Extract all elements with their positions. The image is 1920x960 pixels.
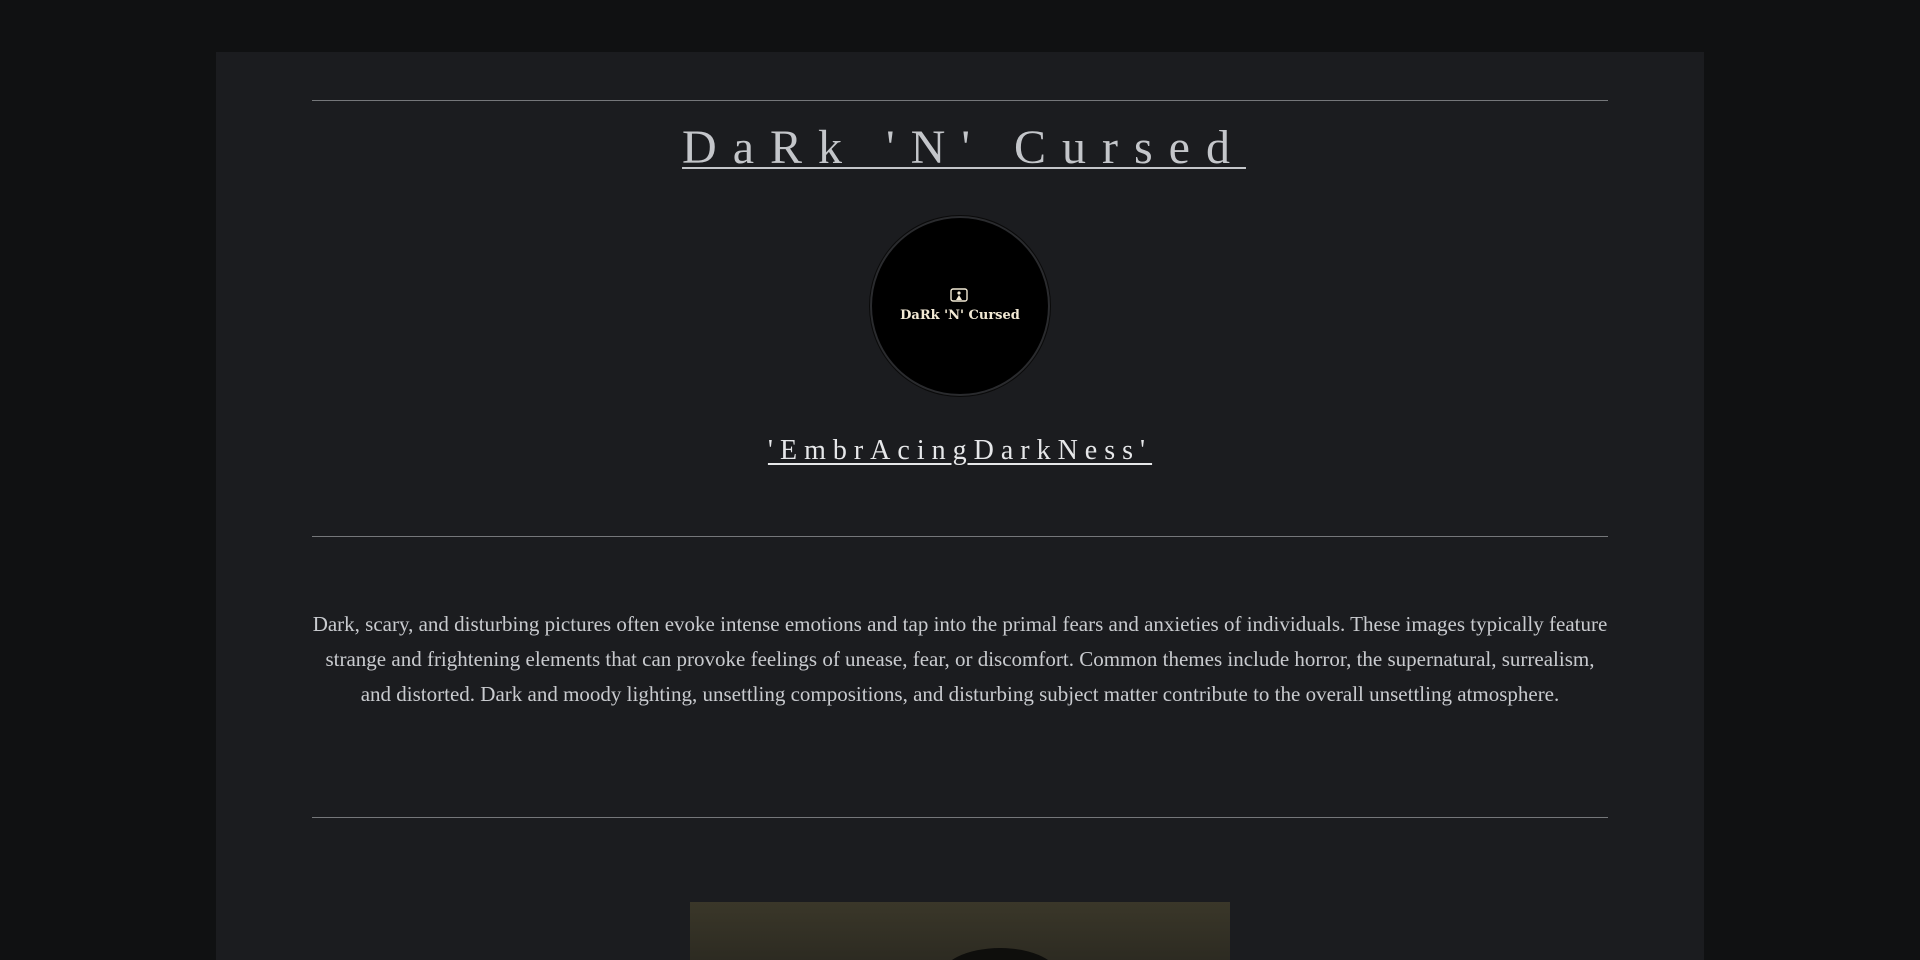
tagline: 'EmbrAcingDarkNess' [216, 434, 1704, 468]
featured-image[interactable] [690, 902, 1230, 960]
site-logo[interactable]: DaRk 'N' Cursed [870, 216, 1050, 396]
header-divider-top [312, 100, 1608, 101]
framed-figure-icon [950, 288, 968, 302]
page-container: DaRk 'N' Cursed DaRk 'N' Cursed 'EmbrAci… [216, 52, 1704, 960]
tagline-link[interactable]: 'EmbrAcingDarkNess' [768, 435, 1152, 466]
site-title: DaRk 'N' Cursed [216, 121, 1704, 175]
header-divider-bottom [312, 536, 1608, 537]
intro-paragraph: Dark, scary, and disturbing pictures oft… [312, 612, 1608, 706]
site-title-link[interactable]: DaRk 'N' Cursed [674, 121, 1246, 174]
content-divider [312, 817, 1608, 818]
logo-text: DaRk 'N' Cursed [900, 308, 1020, 323]
image-dark-figure [940, 948, 1060, 960]
